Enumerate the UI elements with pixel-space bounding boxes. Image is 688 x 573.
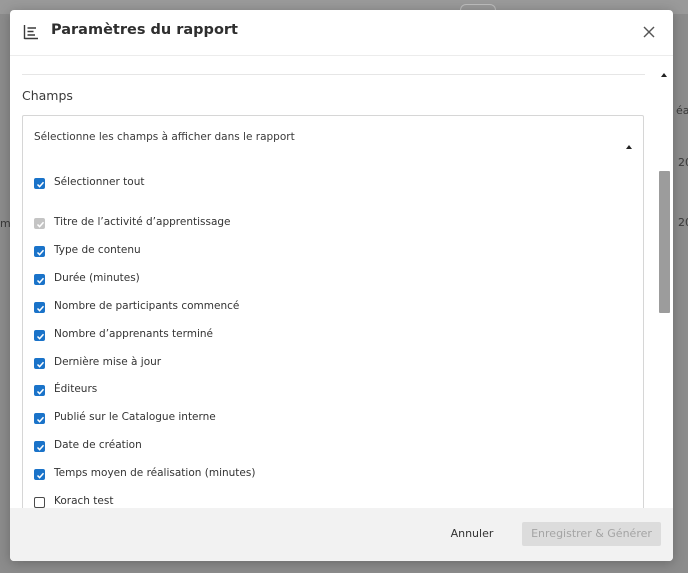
field-checkbox-row[interactable]: Date de création bbox=[34, 437, 624, 457]
field-checkbox-row[interactable]: Dernière mise à jour bbox=[34, 354, 624, 374]
field-checkbox-label: Korach test bbox=[54, 495, 114, 507]
select-all-checkbox[interactable] bbox=[34, 178, 45, 189]
fields-selector-header[interactable]: Sélectionne les champs à afficher dans l… bbox=[23, 116, 643, 160]
field-checkbox-row[interactable]: Temps moyen de réalisation (minutes) bbox=[34, 465, 624, 485]
field-checkbox[interactable] bbox=[34, 301, 45, 313]
field-checkbox-label: Titre de l’activité d’apprentissage bbox=[54, 216, 231, 228]
dialog-body: Champs Sélectionne les champs à afficher… bbox=[10, 56, 673, 508]
fields-selector: Sélectionne les champs à afficher dans l… bbox=[22, 115, 644, 508]
field-checkbox-row[interactable]: Durée (minutes) bbox=[34, 270, 624, 290]
field-checkbox[interactable] bbox=[34, 413, 45, 425]
scroll-down-arrow-icon[interactable] bbox=[660, 498, 668, 512]
field-checkbox-label: Nombre de participants commencé bbox=[54, 299, 240, 312]
background-text: 20 bbox=[678, 156, 688, 169]
select-all-checkbox-row[interactable]: Sélectionner tout bbox=[34, 174, 624, 194]
field-checkbox[interactable] bbox=[34, 441, 45, 453]
section-label-fields: Champs bbox=[22, 88, 73, 103]
field-checkbox-row[interactable]: Korach test bbox=[34, 493, 624, 508]
fields-selector-label: Sélectionne les champs à afficher dans l… bbox=[34, 131, 295, 143]
field-checkbox-label: Dernière mise à jour bbox=[54, 355, 162, 368]
field-checkbox[interactable] bbox=[34, 329, 45, 341]
field-checkbox-label: Temps moyen de réalisation (minutes) bbox=[54, 467, 256, 480]
field-checkbox-label: Publié sur le Catalogue interne bbox=[54, 411, 216, 424]
field-checkbox-row[interactable]: Publié sur le Catalogue interne bbox=[34, 409, 624, 429]
field-checkbox[interactable] bbox=[34, 357, 45, 369]
divider bbox=[22, 74, 645, 75]
scroll-up-arrow-icon[interactable] bbox=[660, 63, 668, 77]
field-checkbox-row[interactable]: Éditeurs bbox=[34, 381, 624, 401]
dialog-header: Paramètres du rapport bbox=[10, 10, 673, 56]
scrollbar-thumb[interactable] bbox=[659, 171, 670, 313]
field-checkbox-row: Titre de l’activité d’apprentissage bbox=[34, 214, 624, 234]
field-checkbox-row[interactable]: Nombre de participants commencé bbox=[34, 298, 624, 318]
close-icon[interactable] bbox=[641, 24, 657, 40]
dialog-footer: Annuler Enregistrer & Générer bbox=[10, 508, 673, 561]
background-text: éat bbox=[676, 104, 688, 117]
field-checkbox-row[interactable]: Type de contenu bbox=[34, 242, 624, 262]
field-checkbox-label: Date de création bbox=[54, 439, 142, 452]
dialog-title: Paramètres du rapport bbox=[51, 22, 238, 38]
field-checkbox-row[interactable]: Nombre d’apprenants terminé bbox=[34, 326, 624, 346]
background-text: 20 bbox=[678, 216, 688, 229]
field-checkbox[interactable] bbox=[34, 385, 45, 397]
field-checkbox-label: Durée (minutes) bbox=[54, 271, 140, 284]
field-checkbox[interactable] bbox=[34, 273, 45, 285]
field-checkbox-label: Éditeurs bbox=[54, 383, 98, 396]
save-and-generate-button[interactable]: Enregistrer & Générer bbox=[522, 522, 661, 546]
report-list-icon bbox=[23, 24, 39, 40]
field-checkbox[interactable] bbox=[34, 245, 45, 257]
field-checkbox[interactable] bbox=[34, 497, 45, 508]
report-settings-dialog: Paramètres du rapport Champs Sélectionne… bbox=[10, 10, 673, 561]
field-checkbox-label: Nombre d’apprenants terminé bbox=[54, 327, 214, 340]
field-checkbox[interactable] bbox=[34, 469, 45, 481]
field-checkbox bbox=[34, 218, 45, 229]
caret-up-icon[interactable] bbox=[625, 135, 633, 149]
field-checkbox-label: Type de contenu bbox=[54, 243, 141, 256]
cancel-button[interactable]: Annuler bbox=[444, 522, 500, 546]
select-all-label: Sélectionner tout bbox=[54, 176, 145, 188]
